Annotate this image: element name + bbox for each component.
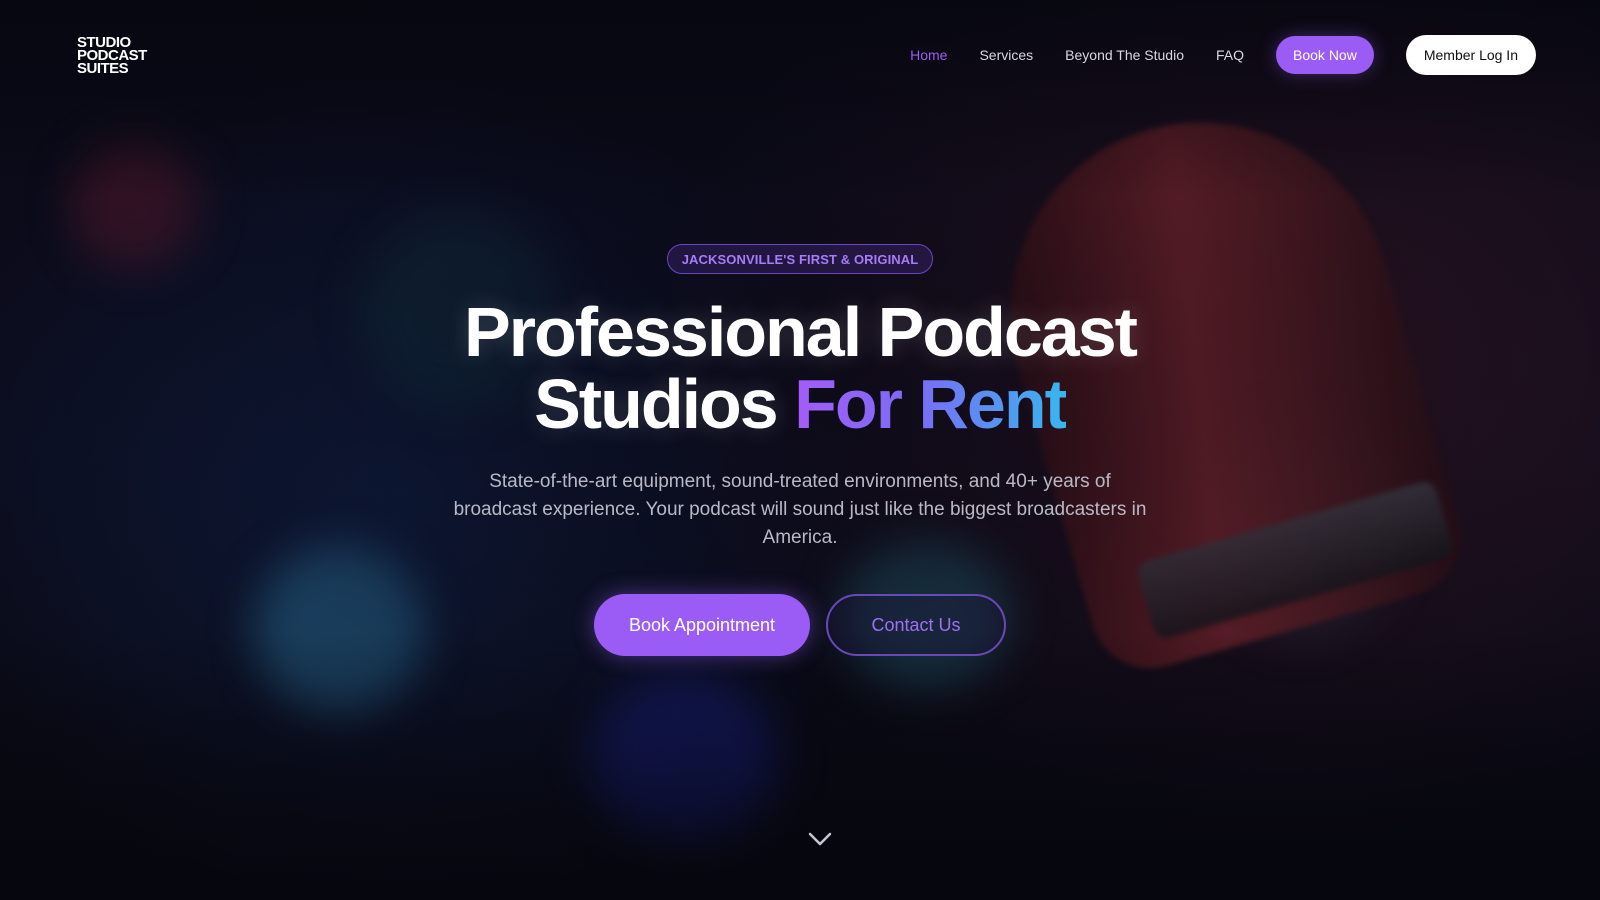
main-nav: Home Services Beyond The Studio FAQ Book… [910, 35, 1536, 75]
hero-badge: JACKSONVILLE'S FIRST & ORIGINAL [666, 244, 934, 274]
hero-headline: Professional Podcast Studios For Rent [464, 293, 1138, 443]
nav-item-home[interactable]: Home [910, 47, 947, 63]
nav-item-beyond-the-studio[interactable]: Beyond The Studio [1065, 47, 1184, 63]
headline-line-1: Professional Podcast [464, 293, 1138, 371]
contact-us-button[interactable]: Contact Us [826, 594, 1006, 656]
member-login-button[interactable]: Member Log In [1405, 35, 1536, 75]
hero-subtitle: State-of-the-art equipment, sound-treate… [453, 471, 1147, 548]
headline-line-2-plain: Studios [534, 365, 779, 443]
hero-section: JACKSONVILLE'S FIRST & ORIGINAL Professi… [0, 244, 1600, 656]
chevron-down-icon[interactable] [807, 830, 833, 848]
site-header: STUDIO PODCAST SUITES Home Services Beyo… [0, 0, 1600, 110]
book-now-button[interactable]: Book Now [1276, 36, 1374, 74]
nav-item-faq[interactable]: FAQ [1216, 47, 1244, 63]
nav-item-services[interactable]: Services [979, 47, 1033, 63]
headline-line-2-accent: For Rent [794, 365, 1068, 443]
logo-line: SUITES [77, 59, 129, 77]
hero-cta-group: Book Appointment Contact Us [594, 594, 1006, 656]
site-logo[interactable]: STUDIO PODCAST SUITES [77, 35, 147, 77]
book-appointment-button[interactable]: Book Appointment [594, 594, 810, 656]
